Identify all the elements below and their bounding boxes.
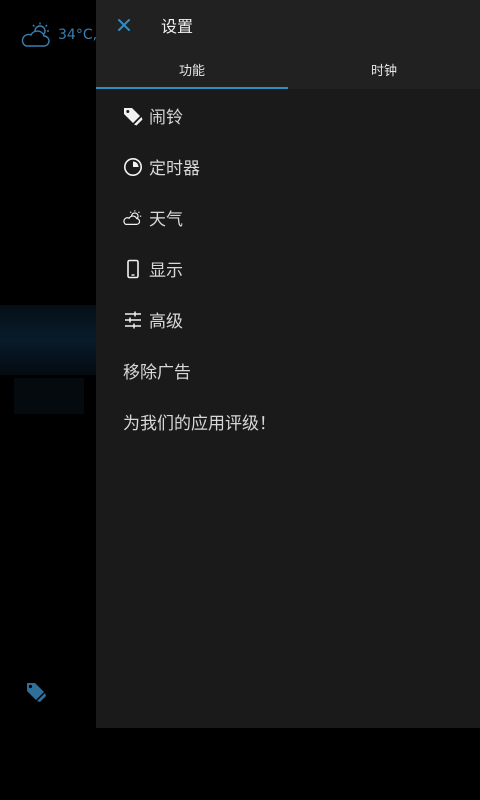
alarm-tag-icon xyxy=(123,106,143,126)
timer-icon xyxy=(123,157,143,177)
menu-item-alarm-label: 闹铃 xyxy=(149,108,183,128)
menu-item-remove-ads-label: 移除广告 xyxy=(123,363,191,383)
menu-item-advanced-label: 高级 xyxy=(149,312,183,332)
settings-menu: 闹铃 定时器 天气 显示 高级 移除广告 为我们的应用评级！ xyxy=(96,89,480,447)
background-weather[interactable]: 34°C, xyxy=(18,22,97,48)
menu-item-display[interactable]: 显示 xyxy=(96,243,480,294)
menu-item-rate-app[interactable]: 为我们的应用评级！ xyxy=(96,396,480,447)
cloud-sun-icon xyxy=(21,22,50,47)
menu-item-weather-label: 天气 xyxy=(149,210,183,230)
drawer-title: 设置 xyxy=(161,17,194,36)
screen: 34°C, 设置 功能 时钟 闹铃 定时器 天气 显示 高级 移除广告 为我们的… xyxy=(0,0,480,800)
weather-icon xyxy=(123,208,143,228)
background-image-strip-lower xyxy=(14,378,84,414)
settings-drawer: 设置 功能 时钟 闹铃 定时器 天气 显示 高级 移除广告 为我们的应用评级！ xyxy=(96,0,480,728)
close-icon xyxy=(118,19,130,31)
background-alarm-icon[interactable] xyxy=(24,680,48,708)
menu-item-timer[interactable]: 定时器 xyxy=(96,141,480,192)
menu-item-timer-label: 定时器 xyxy=(149,159,200,179)
menu-item-remove-ads[interactable]: 移除广告 xyxy=(96,345,480,396)
drawer-header: 设置 xyxy=(96,0,480,50)
menu-item-alarm[interactable]: 闹铃 xyxy=(96,90,480,141)
tab-features-label: 功能 xyxy=(178,64,205,79)
bottom-bar xyxy=(0,728,480,800)
tab-clock[interactable]: 时钟 xyxy=(288,50,480,89)
menu-item-advanced[interactable]: 高级 xyxy=(96,294,480,345)
phone-icon xyxy=(123,259,143,279)
tab-bar: 功能 时钟 xyxy=(96,50,480,89)
tab-clock-label: 时钟 xyxy=(370,64,397,79)
background-temperature: 34°C, xyxy=(58,27,98,43)
menu-item-rate-app-label: 为我们的应用评级！ xyxy=(123,414,276,434)
close-button[interactable] xyxy=(96,0,152,50)
sliders-icon xyxy=(123,310,143,330)
menu-item-weather[interactable]: 天气 xyxy=(96,192,480,243)
menu-item-display-label: 显示 xyxy=(149,261,183,281)
background-image-strip xyxy=(0,305,96,375)
tab-features[interactable]: 功能 xyxy=(96,50,288,89)
